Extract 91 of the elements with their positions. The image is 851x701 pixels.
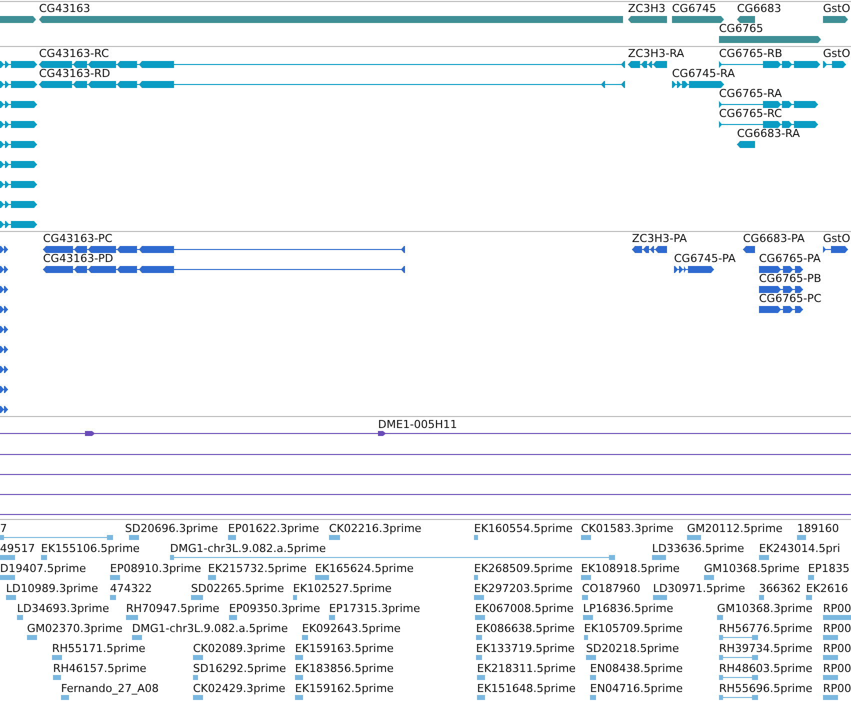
feature-label: RH70947.5prime xyxy=(126,602,220,615)
feature-label: EP1835 xyxy=(808,562,850,575)
feature-label: LD33636.5prime xyxy=(652,542,744,555)
feature-label: EP17315.3prime xyxy=(329,602,420,615)
feature-label: ZC3H3-PA xyxy=(632,232,687,245)
feature-label: RH55171.5prime xyxy=(52,642,146,655)
feature-label: RH48603.5prime xyxy=(719,662,812,675)
feature-label: CG43163-PD xyxy=(43,252,114,265)
feature-label: LD10989.3prime xyxy=(6,582,98,595)
feature-label: RP00 xyxy=(823,682,851,695)
feature-label: DMG1-chr3L.9.082.a.5prime xyxy=(132,622,288,635)
feature-label: EK159163.5prime xyxy=(295,642,394,655)
feature-label: RH46157.5prime xyxy=(53,662,146,675)
feature-label: ZC3H3-RA xyxy=(628,47,684,60)
feature-label: CG6683 xyxy=(737,2,782,15)
feature-label: CG6745-RA xyxy=(672,67,735,80)
feature-label: SD20696.3prime xyxy=(125,522,218,535)
feature-label: DMG1-chr3L.9.082.a.5prime xyxy=(170,542,326,555)
feature-label: GM02370.3prime xyxy=(27,622,123,635)
feature-label: D19407.5prime xyxy=(0,562,86,575)
feature-label: SD16292.5prime xyxy=(193,662,286,675)
feature-label: 189160 xyxy=(797,522,839,535)
feature-label: 49517 xyxy=(0,542,35,555)
feature-label: EP08910.3prime xyxy=(110,562,202,575)
feature-label: EK183856.5prime xyxy=(295,662,394,675)
feature-label: CG6683-RA xyxy=(737,127,800,140)
feature-label: LP16836.5prime xyxy=(583,602,674,615)
feature-label: RP00 xyxy=(823,662,851,675)
feature-label: CG6745 xyxy=(672,2,716,15)
feature-label: 366362 xyxy=(759,582,801,595)
feature-label: CK02429.3prime xyxy=(193,682,286,695)
feature-label: CG43163 xyxy=(39,2,90,15)
feature-label: EK159162.5prime xyxy=(295,682,394,695)
feature-label: CO187960 xyxy=(582,582,640,595)
feature-label: CK01583.3prime xyxy=(581,522,674,535)
feature-label: EK165624.5prime xyxy=(315,562,414,575)
feature-label: 474322 xyxy=(110,582,152,595)
feature-label: EK067008.5prime xyxy=(475,602,574,615)
feature-label: EK102527.5prime xyxy=(293,582,392,595)
feature-label: EN04716.5prime xyxy=(590,682,683,695)
feature-label: CG43163-RC xyxy=(39,47,109,60)
feature-label: EK155106.5prime xyxy=(41,542,140,555)
feature-label: CG6765-PC xyxy=(759,292,822,305)
feature-label: EK133719.5prime xyxy=(476,642,575,655)
feature-label: SD20218.5prime xyxy=(586,642,679,655)
feature-label: 7 xyxy=(0,522,7,535)
feature-label: GM10368.5prime xyxy=(704,562,800,575)
feature-label: EN08438.5prime xyxy=(590,662,683,675)
feature-label: CG6745-PA xyxy=(674,252,736,265)
feature-label: EK268509.5prime xyxy=(474,562,573,575)
feature-label: EP09350.3prime xyxy=(229,602,320,615)
feature-label: EP01622.3prime xyxy=(228,522,320,535)
feature-label: EK297203.5prime xyxy=(474,582,573,595)
feature-label: RP00 xyxy=(823,622,851,635)
feature-label: LD34693.3prime xyxy=(17,602,110,615)
feature-label: EK086638.5prime xyxy=(476,622,575,635)
feature-label: SD02265.5prime xyxy=(191,582,284,595)
feature-label: CG6765-PA xyxy=(759,252,821,265)
feature-label: EK105709.5prime xyxy=(584,622,683,635)
feature-label: GstO xyxy=(823,232,850,245)
feature-label: CK02216.3prime xyxy=(329,522,422,535)
feature-label: EK108918.5prime xyxy=(581,562,680,575)
feature-label: CG6765 xyxy=(719,22,764,35)
feature-label: EK151648.5prime xyxy=(477,682,576,695)
feature-label: RH55696.5prime xyxy=(719,682,812,695)
feature-label: EK218311.5prime xyxy=(477,662,576,675)
feature-label: RP00 xyxy=(823,602,851,615)
feature-label: LD30971.5prime xyxy=(653,582,746,595)
feature-label: CG6765-RC xyxy=(719,107,782,120)
feature-label: GM20112.5prime xyxy=(687,522,783,535)
feature-label: RH39734.5prime xyxy=(719,642,812,655)
feature-label: ZC3H3 xyxy=(628,2,666,15)
feature-label: EK243014.5pri xyxy=(759,542,840,555)
feature-label: GM10368.3prime xyxy=(717,602,813,615)
feature-label: RH56776.5prime xyxy=(719,622,812,635)
feature-label: Fernando_27_A08 xyxy=(61,682,159,695)
feature-label: CG43163-PC xyxy=(43,232,112,245)
feature-label: GstO xyxy=(823,2,850,15)
feature-label: EK2616 xyxy=(806,582,848,595)
feature-label: GstO xyxy=(823,47,850,60)
feature-label: EK092643.5prime xyxy=(302,622,401,635)
feature-label: CG6765-RA xyxy=(719,87,782,100)
feature-label: EK160554.5prime xyxy=(474,522,573,535)
feature-label: CG6765-RB xyxy=(719,47,782,60)
feature-label: DME1-005H11 xyxy=(378,418,458,431)
feature-label: RP00 xyxy=(823,642,851,655)
feature-label: CK02089.3prime xyxy=(193,642,286,655)
feature-label: CG43163-RD xyxy=(39,67,110,80)
feature-label: CG6765-PB xyxy=(759,272,822,285)
feature-label: EK215732.5prime xyxy=(208,562,307,575)
feature-label: CG6683-PA xyxy=(743,232,805,245)
